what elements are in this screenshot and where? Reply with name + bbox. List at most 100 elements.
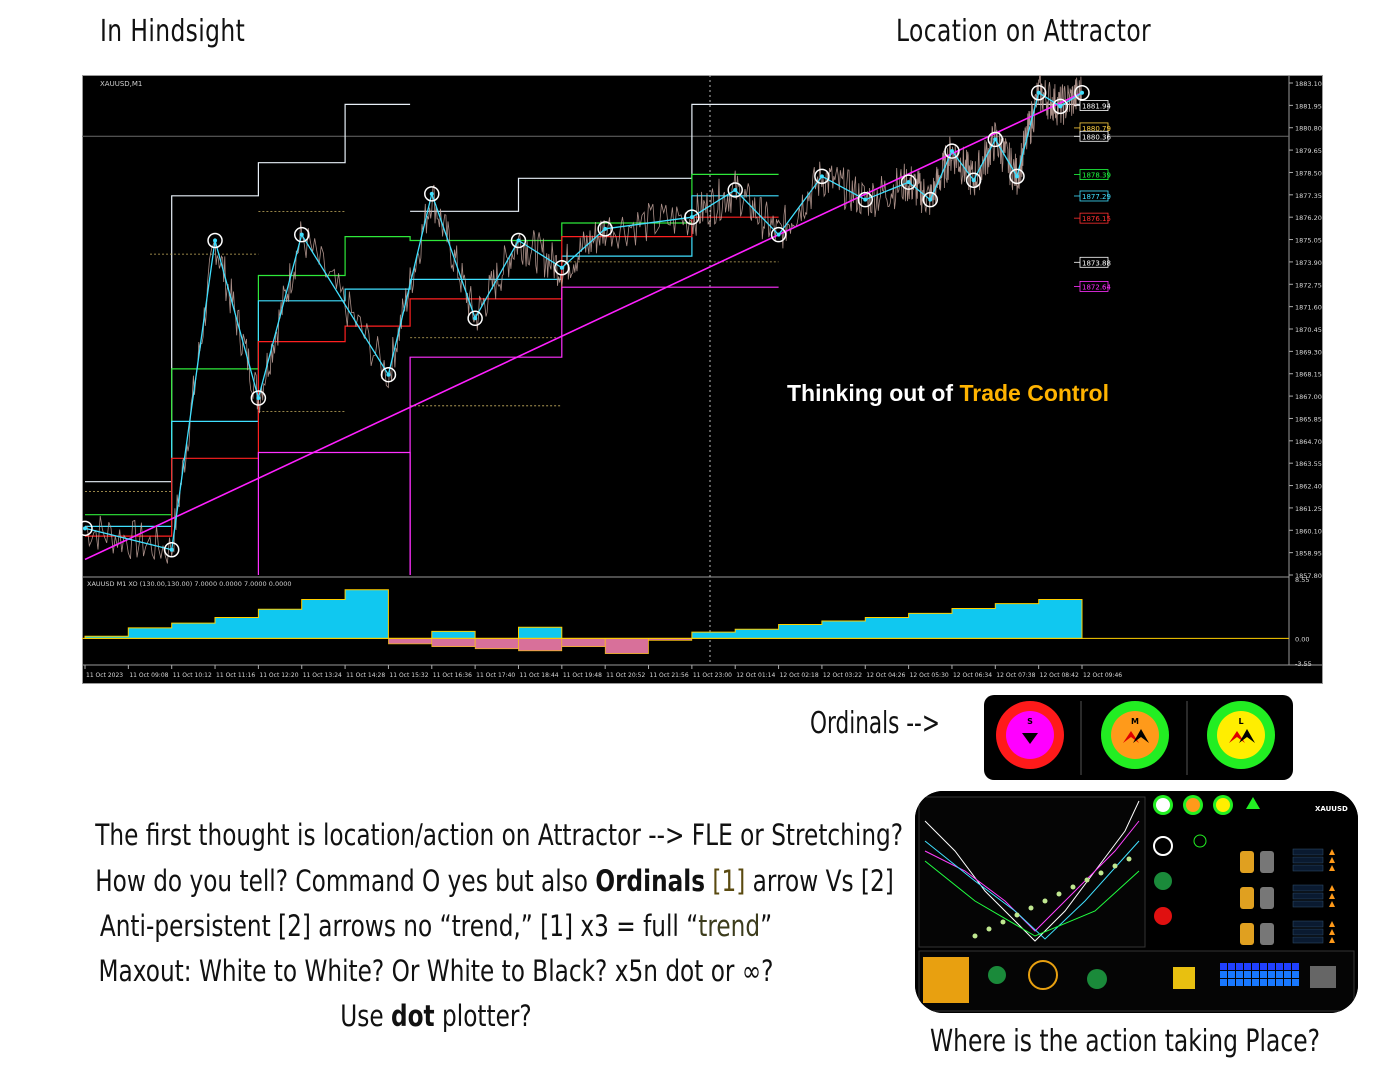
y-tick-label: 1873.90 xyxy=(1295,259,1322,267)
x-tick-label: 11 Oct 2023 xyxy=(86,672,123,679)
thumb-lock-icon xyxy=(1240,923,1254,945)
pivot-dot xyxy=(516,238,521,243)
price-tag-text: 1881.94 xyxy=(1082,103,1111,111)
thumb-grid-cell xyxy=(1252,971,1259,978)
thumb-grid-cell xyxy=(1236,979,1243,986)
pivot-dot xyxy=(819,174,824,179)
y-tick-label: 1864.70 xyxy=(1295,438,1322,446)
osc-tick-label: 8.55 xyxy=(1295,576,1309,584)
thumb-spike-icon xyxy=(1154,872,1172,890)
y-tick-label: 1875.05 xyxy=(1295,237,1322,245)
thumb-grid-cell xyxy=(1276,979,1283,986)
pivot-dot xyxy=(971,178,976,183)
thumb-dot xyxy=(1098,870,1104,876)
thumb-dot xyxy=(986,926,992,932)
price-tag-text: 1873.88 xyxy=(1082,259,1111,267)
thumb-grid-cell xyxy=(1260,979,1267,986)
thumb-grid-cell xyxy=(1292,979,1299,986)
chart-annotation: Thinking out of Trade Control xyxy=(787,380,1109,407)
x-tick-label: 12 Oct 01:14 xyxy=(736,672,775,679)
thumb-grid-cell xyxy=(1268,971,1275,978)
ordinal-letter: M xyxy=(1131,717,1139,726)
y-tick-label: 1858.95 xyxy=(1295,550,1322,558)
thumb-grid-cell xyxy=(1284,971,1291,978)
y-tick-label: 1878.50 xyxy=(1295,169,1322,177)
thumb-dot xyxy=(972,933,978,939)
header-left-title: In Hindsight xyxy=(100,14,246,49)
thumb-grid-cell xyxy=(1268,979,1275,986)
price-tag: 1876.15 xyxy=(1074,212,1111,224)
x-tick-label: 11 Oct 14:28 xyxy=(346,672,385,679)
annotation-highlight: Trade Control xyxy=(959,380,1109,406)
level-line-5 xyxy=(257,451,411,575)
pivot-dot xyxy=(559,265,564,270)
x-tick-label: 12 Oct 02:18 xyxy=(780,672,819,679)
price-chart[interactable]: 1883.10 1881.95 1880.80 1879.65 1878.50 1877.… xyxy=(82,75,1323,684)
thumb-cell xyxy=(1292,848,1324,856)
thumb-cell xyxy=(1292,936,1324,944)
thumb-grid-cell xyxy=(1220,979,1227,986)
y-tick-label: 1872.75 xyxy=(1295,281,1322,289)
y-tick-label: 1883.10 xyxy=(1295,80,1322,88)
thumb-grid-cell xyxy=(1236,963,1243,970)
thumb-grid-cell xyxy=(1228,963,1235,970)
zigzag-series xyxy=(84,91,1083,551)
x-tick-label: 12 Oct 04:26 xyxy=(866,672,905,679)
chart-canvas: 1883.10 1881.95 1880.80 1879.65 1878.50 1877.… xyxy=(82,75,1323,684)
chart-border xyxy=(82,75,1323,684)
oscillator-negative-bar xyxy=(474,638,519,650)
x-tick-label: 11 Oct 23:00 xyxy=(693,672,732,679)
y-tick-label: 1881.95 xyxy=(1295,102,1322,110)
thumb-grid-cell xyxy=(1284,979,1291,986)
pivot-marker xyxy=(814,168,830,185)
thumb-lock-icon xyxy=(1240,887,1254,909)
thumb-green-button-icon xyxy=(988,966,1006,984)
y-tick-label: 1861.25 xyxy=(1295,505,1322,513)
oscillator-negative-bar xyxy=(561,638,606,647)
osc-tick-label: 0.00 xyxy=(1295,635,1309,643)
pivot-dot xyxy=(776,232,781,237)
x-tick-label: 11 Oct 18:44 xyxy=(519,672,558,679)
thumb-dot xyxy=(1070,884,1076,890)
thumb-cell xyxy=(1292,892,1324,900)
y-tick-label: 1877.35 xyxy=(1295,192,1322,200)
price-tag: 1881.94 xyxy=(1074,100,1111,111)
pivot-dot xyxy=(603,226,608,231)
thumb-grid-cell xyxy=(1244,963,1251,970)
thumb-grid-cell xyxy=(1220,963,1227,970)
thumb-grid-cell xyxy=(1228,971,1235,978)
footer-question: Where is the action taking Place? xyxy=(930,1024,1321,1059)
y-tick-label: 1880.80 xyxy=(1295,125,1322,133)
pivot-dot xyxy=(429,191,434,196)
pivot-dot xyxy=(949,149,954,154)
thumb-grid-cell xyxy=(1236,971,1243,978)
thumb-shield-icon xyxy=(1260,923,1274,945)
thumb-grid-cell xyxy=(1276,963,1283,970)
ordinal-letter: S xyxy=(1027,717,1033,726)
oscillator-negative-bar xyxy=(604,638,649,654)
y-tick-label: 1876.20 xyxy=(1295,214,1322,222)
dashboard-thumbnail[interactable]: XAUUSD xyxy=(915,791,1358,1013)
pivot-marker xyxy=(424,186,440,202)
y-tick-label: 1871.60 xyxy=(1295,304,1322,312)
thumb-power-box xyxy=(1173,967,1195,989)
header-right-title: Location on Attractor xyxy=(896,14,1152,49)
thumb-dot xyxy=(1028,905,1034,911)
question-line-3: Anti-persistent [2] arrows no “trend,” [… xyxy=(95,909,777,943)
x-tick-label: 11 Oct 16:36 xyxy=(433,672,472,679)
x-tick-label: 12 Oct 06:34 xyxy=(953,672,992,679)
q3-text-a: Anti-persistent [2] arrows no “trend,” [… xyxy=(99,909,699,943)
pivot-dot xyxy=(1080,90,1084,95)
pivot-dot xyxy=(299,232,304,237)
thumb-orange-table xyxy=(923,957,969,1003)
y-tick-label: 1879.65 xyxy=(1295,147,1322,155)
pivot-dot xyxy=(256,396,261,401)
x-tick-label: 11 Oct 19:48 xyxy=(563,672,602,679)
pivot-marker xyxy=(467,310,483,327)
dashboard-thumbnail-canvas: XAUUSD xyxy=(915,791,1358,1013)
thumb-grid-cell xyxy=(1292,963,1299,970)
y-tick-label: 1863.55 xyxy=(1295,460,1322,468)
oscillator-negative-bar xyxy=(388,638,433,645)
thumb-cell xyxy=(1292,856,1324,864)
price-tag-text: 1876.15 xyxy=(1082,215,1111,223)
